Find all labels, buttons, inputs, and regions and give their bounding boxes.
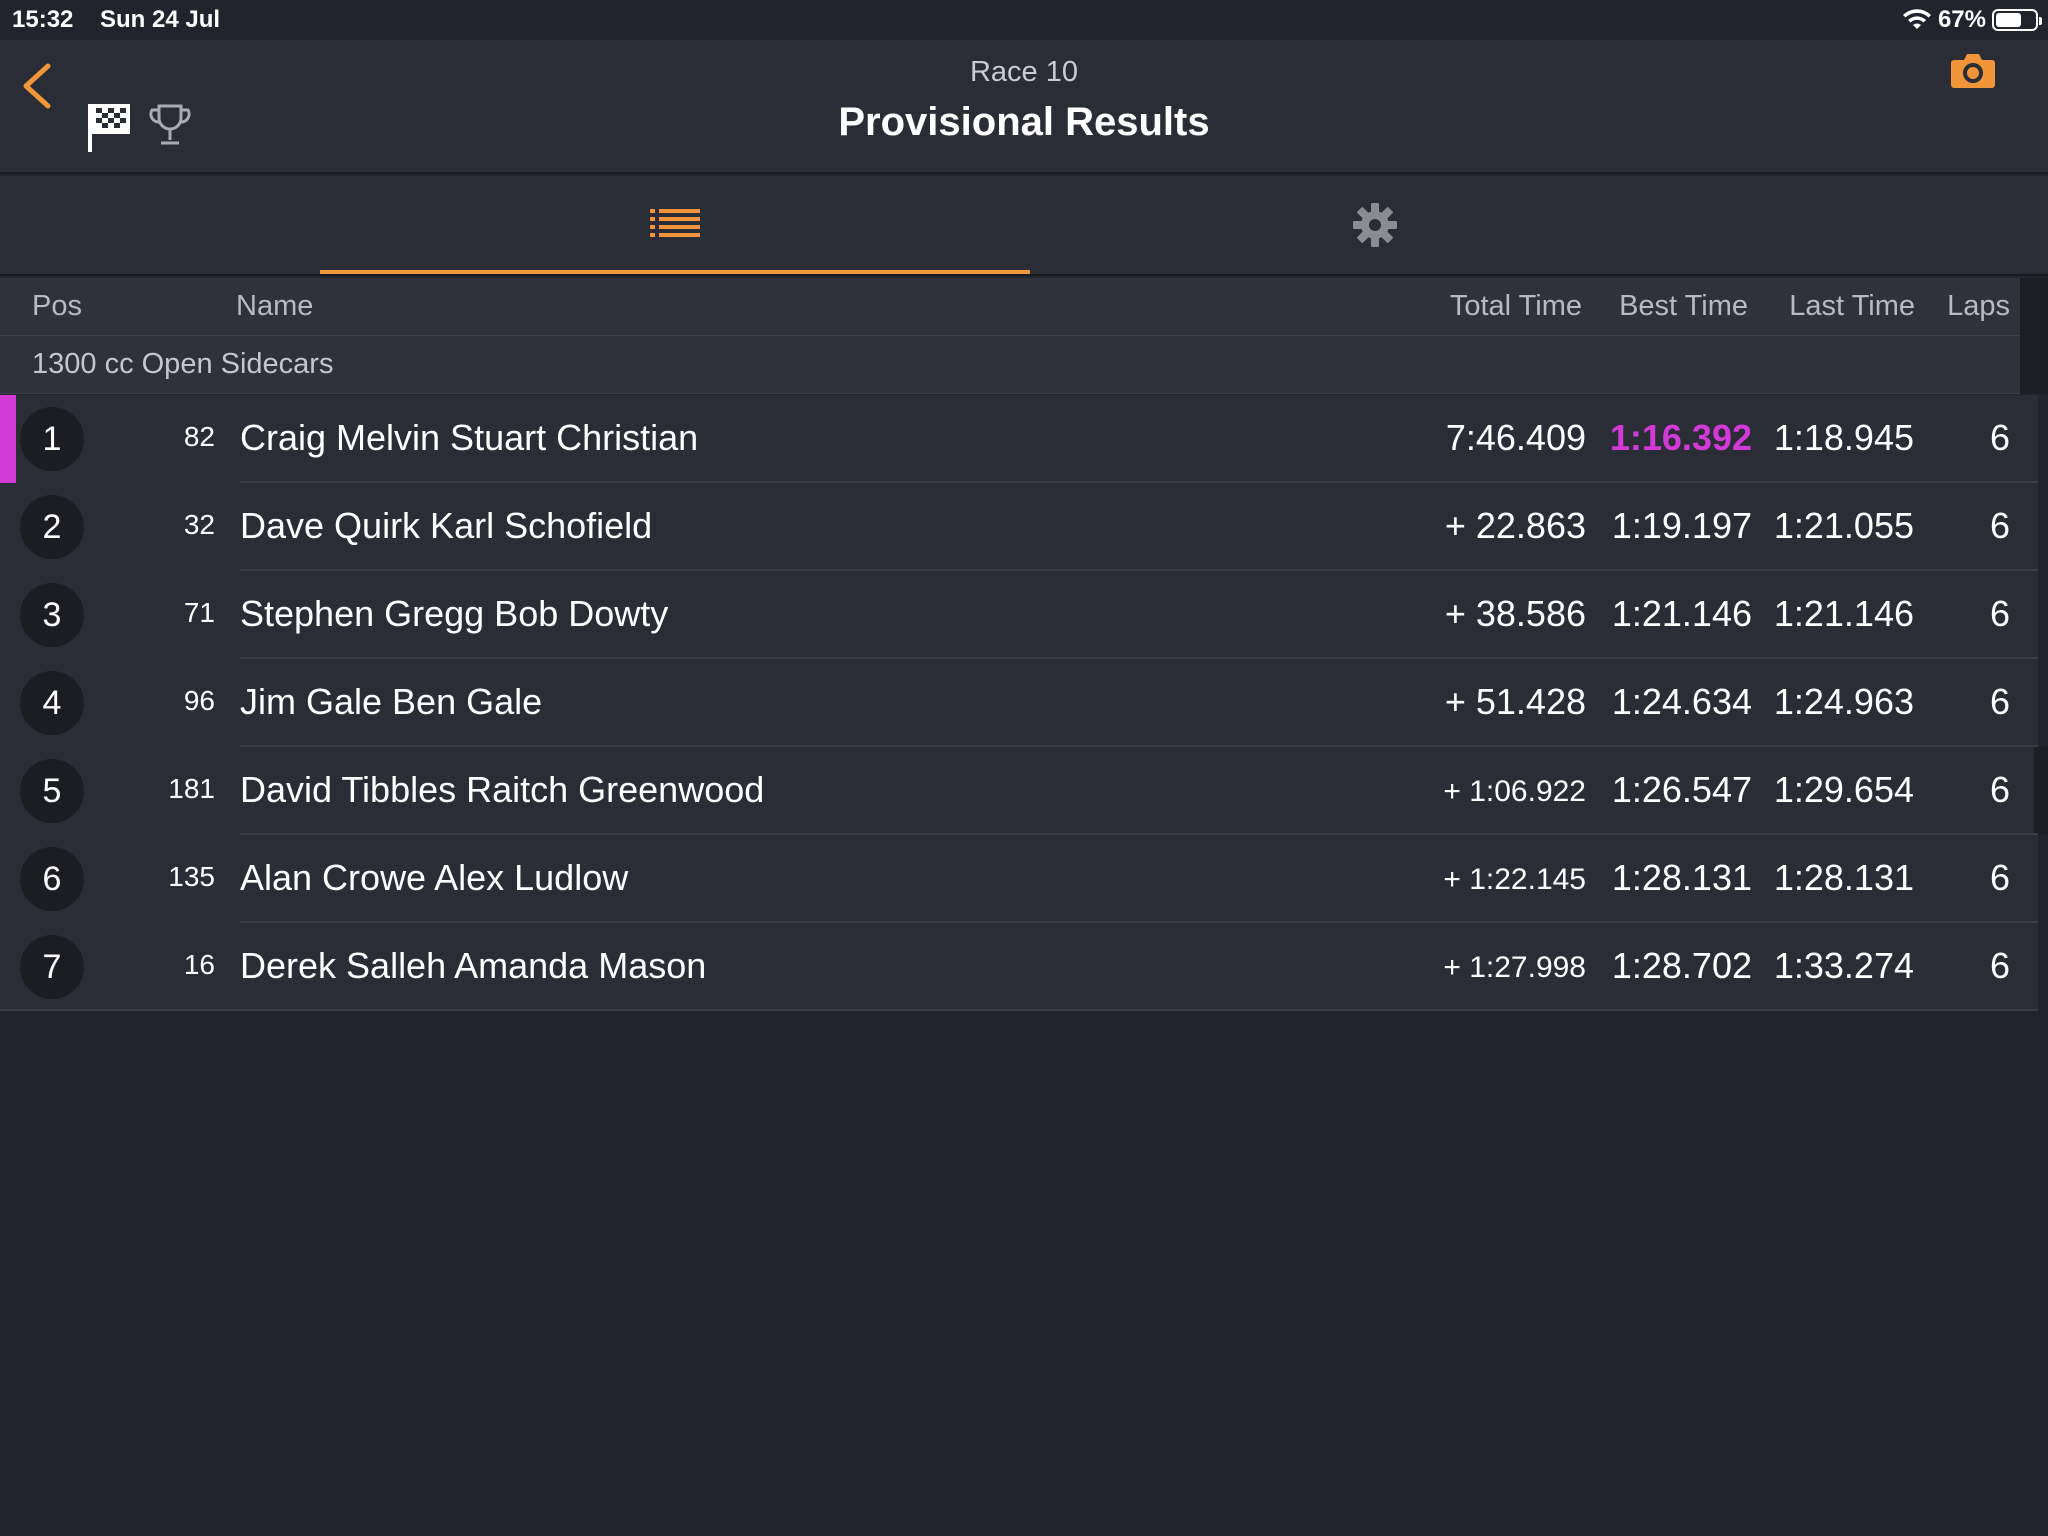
- status-bar: 15:32 Sun 24 Jul 67%: [0, 0, 2048, 40]
- rider-names: Craig Melvin Stuart Christian: [240, 417, 699, 458]
- nav-header: Race 10 Provisional Results: [0, 40, 2048, 174]
- position-badge: 4: [20, 671, 84, 735]
- race-number: 96: [183, 685, 215, 716]
- table-row[interactable]: 6 135 Alan Crowe Alex Ludlow + 1:22.145 …: [0, 835, 2038, 923]
- laps: 6: [1989, 681, 2010, 722]
- position-badge: 2: [20, 495, 84, 559]
- best-time: 1:19.197: [1611, 505, 1752, 546]
- column-header-last-time[interactable]: Last Time: [1789, 290, 1915, 323]
- best-time: 1:21.146: [1611, 593, 1752, 634]
- table-row[interactable]: 7 16 Derek Salleh Amanda Mason + 1:27.99…: [0, 923, 2038, 1011]
- last-time: 1:18.945: [1773, 417, 1914, 458]
- tab-bar: [0, 176, 2048, 276]
- total-time: + 38.586: [1444, 593, 1586, 634]
- tab-settings[interactable]: [1020, 176, 1730, 274]
- gear-icon: [1353, 203, 1397, 247]
- battery-fill: [1996, 13, 2022, 27]
- position-badge: 1: [20, 407, 84, 471]
- total-time: + 1:27.998: [1443, 951, 1586, 984]
- best-time: 1:24.634: [1611, 681, 1752, 722]
- wifi-icon: [1902, 9, 1931, 29]
- total-time: + 1:22.145: [1443, 863, 1586, 896]
- rider-names: Alan Crowe Alex Ludlow: [240, 857, 629, 898]
- rider-names: Dave Quirk Karl Schofield: [240, 505, 653, 546]
- last-time: 1:29.654: [1773, 769, 1914, 810]
- race-number: 71: [183, 597, 215, 628]
- rider-names: Jim Gale Ben Gale: [240, 681, 543, 722]
- table-row[interactable]: 3 71 Stephen Gregg Bob Dowty + 38.586 1:…: [0, 571, 2038, 659]
- table-row[interactable]: 2 32 Dave Quirk Karl Schofield + 22.863 …: [0, 483, 2038, 571]
- laps: 6: [1989, 857, 2010, 898]
- best-time: 1:28.131: [1611, 857, 1752, 898]
- position-badge: 3: [20, 583, 84, 647]
- laps: 6: [1989, 593, 2010, 634]
- tab-results-list[interactable]: [320, 176, 1030, 274]
- laps: 6: [1989, 945, 2010, 986]
- column-header-best-time[interactable]: Best Time: [1619, 290, 1748, 323]
- column-header-total-time[interactable]: Total Time: [1450, 290, 1582, 323]
- rider-names: Derek Salleh Amanda Mason: [240, 945, 707, 986]
- race-number: 16: [183, 949, 215, 980]
- last-time: 1:33.274: [1773, 945, 1914, 986]
- position-badge: 6: [20, 847, 84, 911]
- total-time: + 51.428: [1444, 681, 1586, 722]
- last-time: 1:21.146: [1773, 593, 1914, 634]
- table-row[interactable]: 5 181 David Tibbles Raitch Greenwood + 1…: [0, 747, 2048, 835]
- race-number: 135: [168, 861, 215, 892]
- camera-button[interactable]: [1950, 50, 1996, 90]
- leader-indicator: [0, 395, 16, 483]
- last-time: 1:24.963: [1773, 681, 1914, 722]
- best-time-fastest: 1:16.392: [1609, 417, 1752, 458]
- position-badge: 7: [20, 935, 84, 999]
- results-list: 1 82 Craig Melvin Stuart Christian 7:46.…: [0, 395, 2048, 1011]
- laps: 6: [1989, 505, 2010, 546]
- race-number: 181: [168, 773, 215, 804]
- table-header: Pos Name Total Time Best Time Last Time …: [0, 278, 2020, 336]
- scroll-indicator: [2034, 747, 2048, 835]
- class-section-header: 1300 cc Open Sidecars: [0, 336, 2020, 394]
- column-header-name[interactable]: Name: [236, 290, 313, 323]
- status-date: Sun 24 Jul: [100, 6, 221, 33]
- scroll-indicator: [2020, 278, 2048, 394]
- race-number: 82: [183, 421, 215, 452]
- last-time: 1:21.055: [1773, 505, 1914, 546]
- laps: 6: [1989, 417, 2010, 458]
- best-time: 1:26.547: [1611, 769, 1752, 810]
- total-time: + 22.863: [1444, 505, 1586, 546]
- battery-icon: [1992, 9, 2042, 31]
- list-icon: [650, 209, 700, 237]
- class-name: 1300 cc Open Sidecars: [32, 348, 334, 380]
- status-right: 67%: [1902, 6, 2042, 34]
- position-badge: 5: [20, 759, 84, 823]
- best-time: 1:28.702: [1611, 945, 1752, 986]
- rider-names: Stephen Gregg Bob Dowty: [240, 593, 669, 634]
- rider-names: David Tibbles Raitch Greenwood: [240, 769, 765, 810]
- total-time: + 1:06.922: [1443, 775, 1586, 808]
- battery-percent: 67%: [1937, 6, 1986, 33]
- status-time: 15:32: [12, 6, 74, 33]
- table-row[interactable]: 4 96 Jim Gale Ben Gale + 51.428 1:24.634…: [0, 659, 2038, 747]
- column-header-pos[interactable]: Pos: [32, 290, 82, 323]
- race-label: Race 10: [969, 56, 1078, 88]
- laps: 6: [1989, 769, 2010, 810]
- last-time: 1:28.131: [1773, 857, 1914, 898]
- column-header-laps[interactable]: Laps: [1947, 290, 2010, 323]
- table-row[interactable]: 1 82 Craig Melvin Stuart Christian 7:46.…: [0, 395, 2038, 483]
- camera-icon: [1951, 54, 1995, 88]
- page-title: Provisional Results: [838, 100, 1210, 144]
- race-number: 32: [183, 509, 215, 540]
- total-time: 7:46.409: [1445, 417, 1586, 458]
